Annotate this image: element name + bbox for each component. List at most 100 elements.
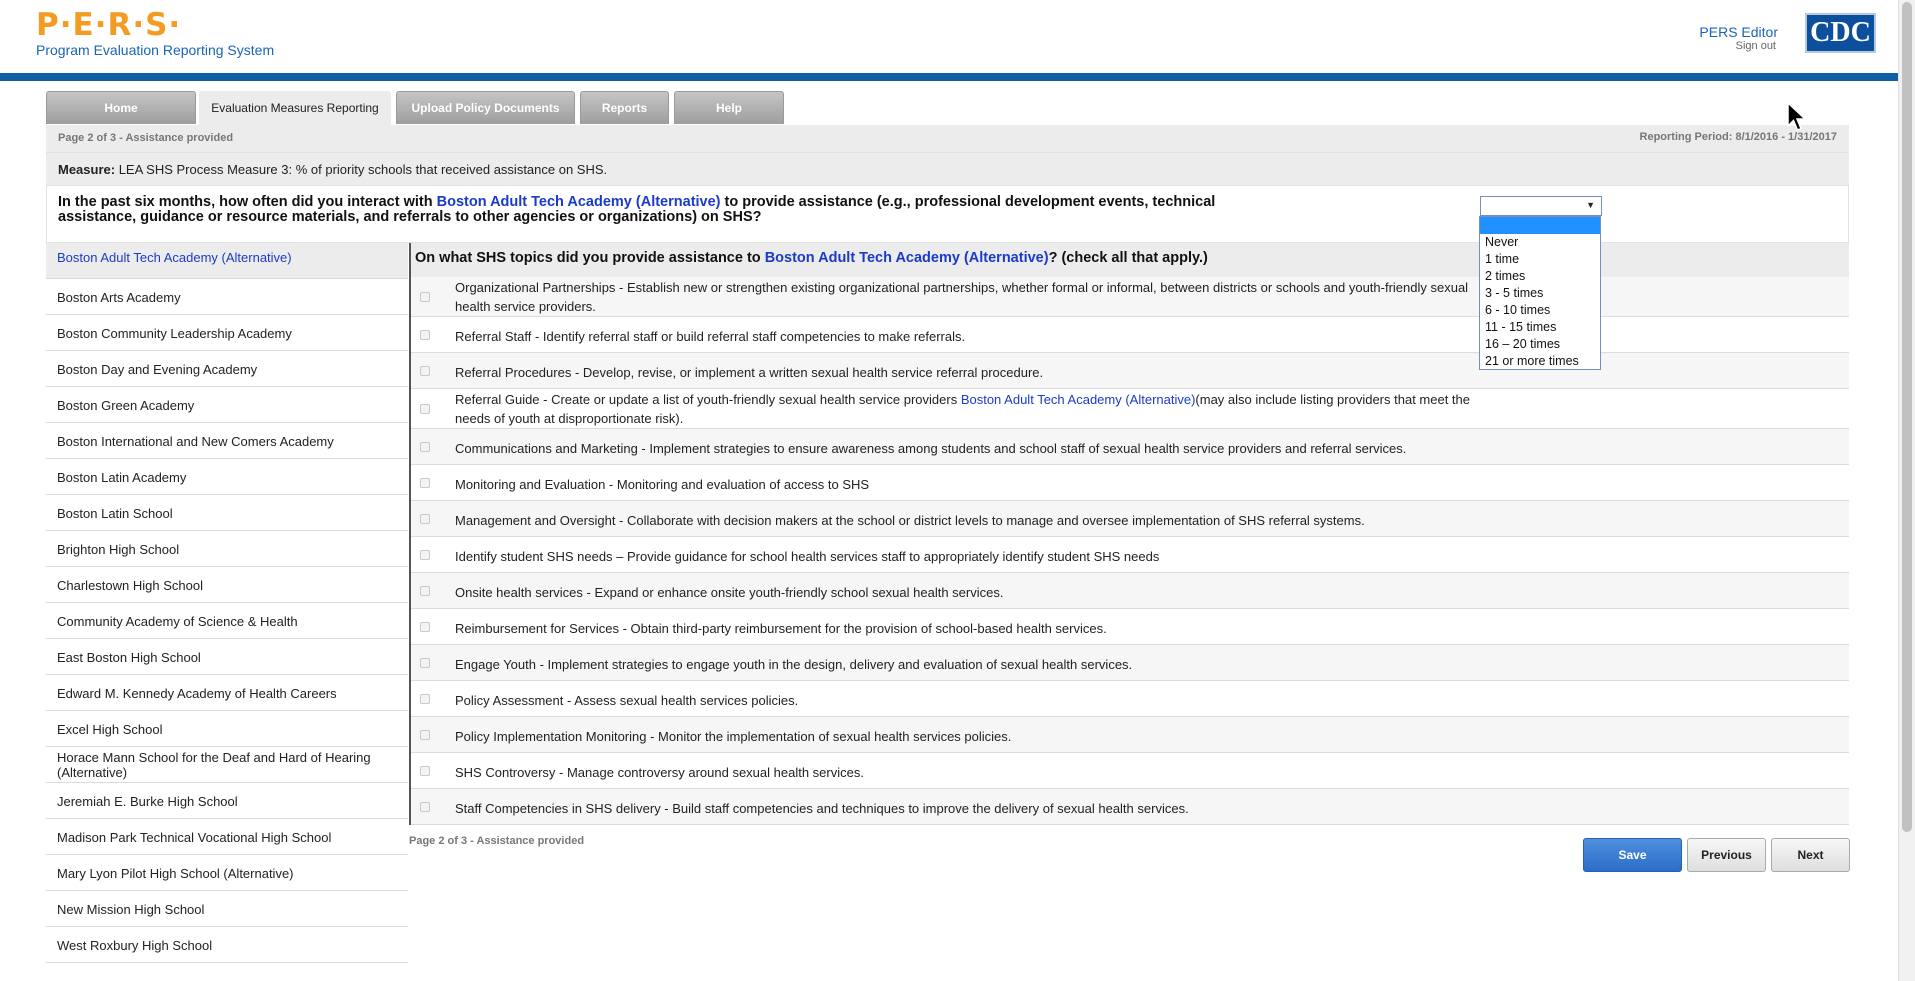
scrollbar-thumb[interactable]	[1902, 2, 1912, 832]
sign-out-link[interactable]: Sign out	[1736, 40, 1776, 52]
school-item[interactable]: Brighton High School	[46, 531, 408, 567]
pers-logo-mark: P·E·R·S·	[36, 7, 182, 43]
reporting-period: Reporting Period: 8/1/2016 - 1/31/2017	[1639, 131, 1837, 143]
topic-checkbox[interactable]	[420, 621, 430, 632]
frequency-option[interactable]	[1480, 217, 1600, 234]
topic-label: Onsite health services - Expand or enhan…	[455, 585, 1004, 600]
topic-checkbox[interactable]	[420, 657, 430, 668]
topic-row: Policy Assessment - Assess sexual health…	[411, 681, 1849, 717]
topic-row: Monitoring and Evaluation - Monitoring a…	[411, 465, 1849, 501]
topic-label: Identify student SHS needs – Provide gui…	[455, 549, 1160, 564]
pers-logo-subtitle: Program Evaluation Reporting System	[36, 42, 275, 58]
tab-evaluation-measures-reporting[interactable]: Evaluation Measures Reporting	[199, 91, 391, 125]
topic-checkbox[interactable]	[420, 477, 430, 488]
topics-heading-prefix: On what SHS topics did you provide assis…	[415, 250, 761, 266]
tab-reports[interactable]: Reports	[580, 91, 669, 124]
topic-text-before: Referral Guide - Create or update a list…	[455, 392, 961, 407]
topic-label: Referral Staff - Identify referral staff…	[455, 329, 966, 344]
frequency-option[interactable]: 16 – 20 times	[1480, 336, 1600, 353]
frequency-option[interactable]: 11 - 15 times	[1480, 319, 1600, 336]
app-header: P·E·R·S· Program Evaluation Reporting Sy…	[0, 0, 1898, 74]
school-item[interactable]: Boston Arts Academy	[46, 279, 408, 315]
frequency-option[interactable]: Never	[1480, 234, 1600, 251]
frequency-option[interactable]: 6 - 10 times	[1480, 302, 1600, 319]
school-item[interactable]: Excel High School	[46, 711, 408, 747]
school-item[interactable]: Horace Mann School for the Deaf and Hard…	[46, 747, 408, 783]
save-button[interactable]: Save	[1583, 838, 1682, 872]
user-name-link[interactable]: PERS Editor	[1699, 24, 1778, 40]
topics-heading-school: Boston Adult Tech Academy (Alternative)	[764, 250, 1049, 266]
frequency-option[interactable]: 21 or more times	[1480, 353, 1600, 370]
topic-label: Communications and Marketing - Implement…	[455, 441, 1407, 456]
topic-label: Management and Oversight - Collaborate w…	[455, 513, 1365, 528]
question-prefix: In the past six months, how often did yo…	[58, 194, 433, 210]
topic-checkbox[interactable]	[420, 513, 430, 524]
topic-checkbox[interactable]	[420, 693, 430, 704]
measure-text: LEA SHS Process Measure 3: % of priority…	[118, 162, 608, 177]
topic-row: Staff Competencies in SHS delivery - Bui…	[411, 789, 1849, 825]
topic-label: Monitoring and Evaluation - Monitoring a…	[455, 477, 870, 492]
school-item[interactable]: Community Academy of Science & Health	[46, 603, 408, 639]
topic-row: Referral Guide - Create or update a list…	[411, 389, 1849, 429]
school-item[interactable]: Edward M. Kennedy Academy of Health Care…	[46, 675, 408, 711]
topic-checkbox[interactable]	[420, 291, 430, 302]
topic-label: Referral Procedures - Develop, revise, o…	[455, 365, 1044, 380]
cdc-logo: CDC	[1805, 13, 1876, 53]
topic-checkbox[interactable]	[420, 365, 430, 376]
topic-checkbox[interactable]	[420, 549, 430, 560]
frequency-option[interactable]: 2 times	[1480, 268, 1600, 285]
topic-label: Engage Youth - Implement strategies to e…	[455, 657, 1133, 672]
topic-label: Staff Competencies in SHS delivery - Bui…	[455, 801, 1189, 816]
topic-rows: Organizational Partnerships - Establish …	[411, 277, 1849, 825]
topic-checkbox[interactable]	[420, 585, 430, 596]
tab-home[interactable]: Home	[46, 91, 196, 124]
frequency-option[interactable]: 3 - 5 times	[1480, 285, 1600, 302]
frequency-select[interactable]: ▼	[1480, 196, 1602, 216]
measure-label: Measure:	[58, 162, 116, 177]
topic-checkbox[interactable]	[420, 403, 430, 414]
school-item[interactable]: West Roxbury High School	[46, 927, 408, 963]
school-item[interactable]: East Boston High School	[46, 639, 408, 675]
previous-button[interactable]: Previous	[1687, 838, 1766, 872]
topic-row: Identify student SHS needs – Provide gui…	[411, 537, 1849, 573]
topic-label: SHS Controversy - Manage controversy aro…	[455, 765, 864, 780]
topic-checkbox[interactable]	[420, 729, 430, 740]
topic-checkbox[interactable]	[420, 801, 430, 812]
school-item[interactable]: New Mission High School	[46, 891, 408, 927]
school-item[interactable]: Madison Park Technical Vocational High S…	[46, 819, 408, 855]
frequency-option[interactable]: 1 time	[1480, 251, 1600, 268]
topics-checklist: On what SHS topics did you provide assis…	[409, 243, 1849, 825]
topic-row: Organizational Partnerships - Establish …	[411, 277, 1849, 317]
page-status-footer: Page 2 of 3 - Assistance provided	[409, 835, 585, 847]
school-item[interactable]: Boston Adult Tech Academy (Alternative)	[46, 243, 408, 279]
topic-row: Referral Staff - Identify referral staff…	[411, 317, 1849, 353]
school-item[interactable]: Mary Lyon Pilot High School (Alternative…	[46, 855, 408, 891]
school-item[interactable]: Boston Day and Evening Academy	[46, 351, 408, 387]
school-item[interactable]: Boston International and New Comers Acad…	[46, 423, 408, 459]
school-item[interactable]: Boston Community Leadership Academy	[46, 315, 408, 351]
tab-help[interactable]: Help	[674, 91, 784, 124]
frequency-question: In the past six months, how often did yo…	[58, 195, 1258, 225]
topic-checkbox[interactable]	[420, 765, 430, 776]
topic-row: Management and Oversight - Collaborate w…	[411, 501, 1849, 537]
school-item[interactable]: Boston Green Academy	[46, 387, 408, 423]
topic-checkbox[interactable]	[420, 329, 430, 340]
mouse-cursor-icon	[1787, 102, 1807, 131]
topic-row: Referral Procedures - Develop, revise, o…	[411, 353, 1849, 389]
next-button[interactable]: Next	[1771, 838, 1850, 872]
school-item[interactable]: Charlestown High School	[46, 567, 408, 603]
page-scrollbar[interactable]	[1898, 0, 1915, 981]
school-item[interactable]: Jeremiah E. Burke High School	[46, 783, 408, 819]
page-status: Page 2 of 3 - Assistance provided	[58, 132, 234, 144]
topic-school-name: Boston Adult Tech Academy (Alternative)	[960, 392, 1196, 407]
school-item[interactable]: Boston Latin School	[46, 495, 408, 531]
topic-row: Policy Implementation Monitoring - Monit…	[411, 717, 1849, 753]
topic-row: Engage Youth - Implement strategies to e…	[411, 645, 1849, 681]
topic-label: Organizational Partnerships - Establish …	[455, 280, 1469, 314]
measure-description: Measure: LEA SHS Process Measure 3: % of…	[46, 152, 1849, 185]
topic-checkbox[interactable]	[420, 441, 430, 452]
topic-row: Communications and Marketing - Implement…	[411, 429, 1849, 465]
school-item[interactable]: Boston Latin Academy	[46, 459, 408, 495]
pers-logo[interactable]: P·E·R·S· Program Evaluation Reporting Sy…	[36, 8, 274, 58]
tab-upload-policy-documents[interactable]: Upload Policy Documents	[396, 91, 575, 124]
